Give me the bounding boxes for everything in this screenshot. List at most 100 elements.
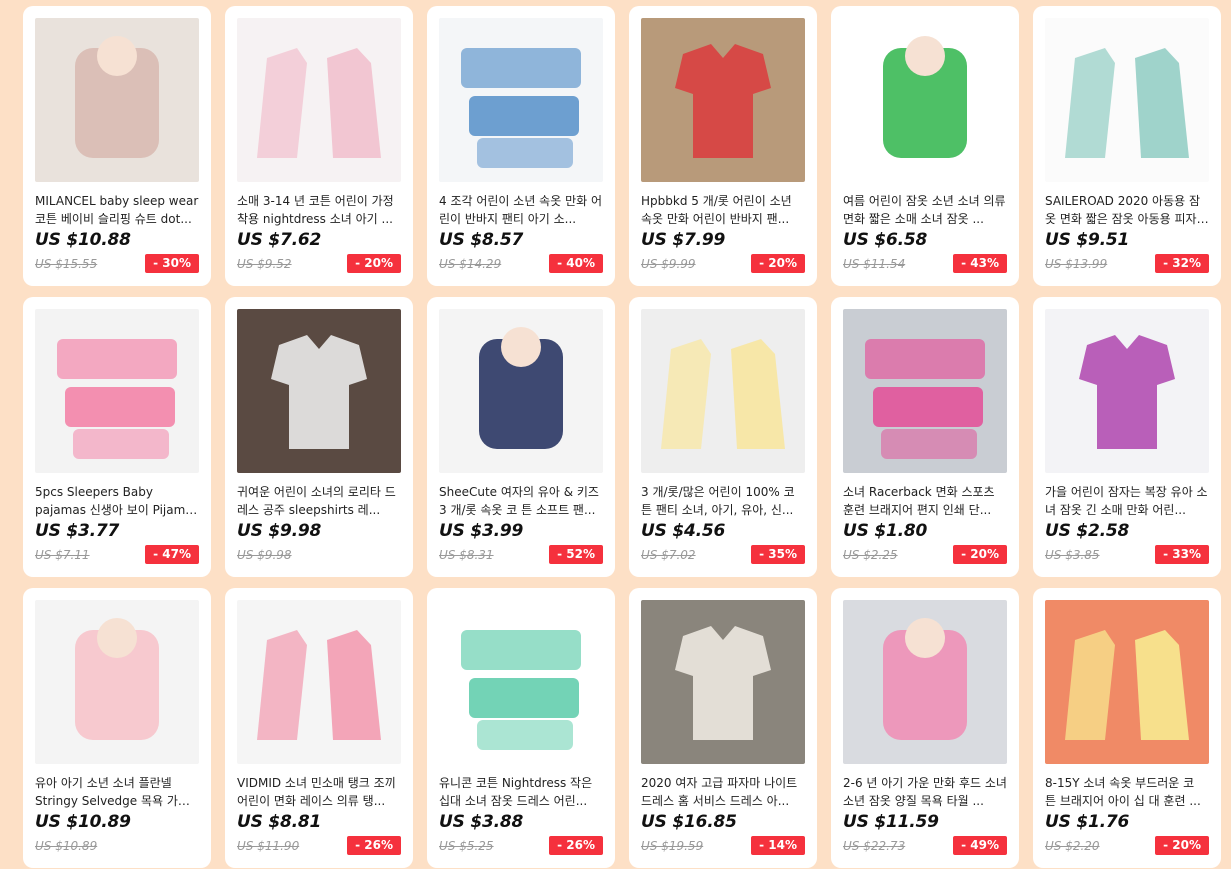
discount-badge: - 20% xyxy=(1155,836,1209,855)
original-price: US $3.85 xyxy=(1045,548,1100,562)
original-price: US $14.29 xyxy=(439,257,502,271)
product-title[interactable]: 여름 어린이 잠옷 소년 소녀 의류 면화 짧은 소매 소녀 잠옷 ... xyxy=(843,192,1007,228)
product-card[interactable]: MILANCEL baby sleep wear 코튼 베이비 슬리핑 슈트 d… xyxy=(23,6,211,286)
product-card[interactable]: 유니콘 코튼 Nightdress 작은 십대 소녀 잠옷 드레스 어린... U… xyxy=(427,588,615,868)
product-price: US $6.58 xyxy=(843,230,928,250)
product-image[interactable] xyxy=(1045,309,1209,473)
product-title[interactable]: 5pcs Sleepers Baby pajamas 신생아 보이 Pijama… xyxy=(35,483,199,519)
product-title[interactable]: 8-15Y 소녀 속옷 부드러운 코 튼 브래지어 아이 십 대 훈련 ... xyxy=(1045,774,1209,810)
product-image[interactable] xyxy=(237,600,401,764)
discount-badge: - 14% xyxy=(751,836,805,855)
product-grid: MILANCEL baby sleep wear 코튼 베이비 슬리핑 슈트 d… xyxy=(0,0,1231,869)
product-card[interactable]: 유아 아기 소년 소녀 플란넬 Stringy Selvedge 목욕 가운 .… xyxy=(23,588,211,868)
product-title[interactable]: SAILEROAD 2020 아동용 잠옷 면화 짧은 잠옷 아동용 피자 ..… xyxy=(1045,192,1209,228)
product-card[interactable]: VIDMID 소녀 민소매 탱크 조끼 어린이 면화 레이스 의류 탱... US… xyxy=(225,588,413,868)
original-price: US $7.02 xyxy=(641,548,696,562)
product-title[interactable]: 가을 어린이 잠자는 복장 유아 소녀 잠옷 긴 소매 만화 어린... xyxy=(1045,483,1209,519)
product-card[interactable]: Hpbbkd 5 개/롯 어린이 소년 속옷 만화 어린이 반바지 팬... US… xyxy=(629,6,817,286)
product-card[interactable]: 소녀 Racerback 면화 스포츠 훈련 브래지어 편지 인쇄 단... US… xyxy=(831,297,1019,577)
original-price: US $11.90 xyxy=(237,839,300,853)
product-card[interactable]: SAILEROAD 2020 아동용 잠옷 면화 짧은 잠옷 아동용 피자 ..… xyxy=(1033,6,1221,286)
product-image[interactable] xyxy=(1045,18,1209,182)
product-card[interactable]: 3 개/롯/많은 어린이 100% 코 튼 팬티 소녀, 아기, 유아, 신..… xyxy=(629,297,817,577)
original-price: US $8.31 xyxy=(439,548,494,562)
product-image[interactable] xyxy=(1045,600,1209,764)
product-title[interactable]: 2-6 년 아기 가운 만화 후드 소녀 소년 잠옷 양질 목욕 타월 ... xyxy=(843,774,1007,810)
product-image[interactable] xyxy=(641,18,805,182)
original-price: US $13.99 xyxy=(1045,257,1108,271)
original-price: US $9.99 xyxy=(641,257,696,271)
product-card[interactable]: 소매 3-14 년 코튼 어린이 가정 착용 nightdress 소녀 아기 … xyxy=(225,6,413,286)
product-title[interactable]: 3 개/롯/많은 어린이 100% 코 튼 팬티 소녀, 아기, 유아, 신..… xyxy=(641,483,805,519)
original-price: US $15.55 xyxy=(35,257,98,271)
product-price: US $8.57 xyxy=(439,230,524,250)
product-price: US $1.80 xyxy=(843,521,928,541)
original-price: US $11.54 xyxy=(843,257,906,271)
product-card[interactable]: 가을 어린이 잠자는 복장 유아 소녀 잠옷 긴 소매 만화 어린... US $… xyxy=(1033,297,1221,577)
original-price: US $19.59 xyxy=(641,839,704,853)
discount-badge: - 35% xyxy=(751,545,805,564)
discount-badge: - 52% xyxy=(549,545,603,564)
discount-badge: - 32% xyxy=(1155,254,1209,273)
product-image[interactable] xyxy=(843,18,1007,182)
product-title[interactable]: 유니콘 코튼 Nightdress 작은 십대 소녀 잠옷 드레스 어린... xyxy=(439,774,603,810)
product-title[interactable]: SheeCute 여자의 유아 & 키즈 3 개/롯 속옷 코 튼 소프트 팬.… xyxy=(439,483,603,519)
product-title[interactable]: 소매 3-14 년 코튼 어린이 가정 착용 nightdress 소녀 아기 … xyxy=(237,192,401,228)
product-image[interactable] xyxy=(237,309,401,473)
product-price: US $8.81 xyxy=(237,812,322,832)
product-card[interactable]: 2-6 년 아기 가운 만화 후드 소녀 소년 잠옷 양질 목욕 타월 ... U… xyxy=(831,588,1019,868)
product-title[interactable]: 유아 아기 소년 소녀 플란넬 Stringy Selvedge 목욕 가운 .… xyxy=(35,774,199,810)
discount-badge: - 49% xyxy=(953,836,1007,855)
original-price: US $9.98 xyxy=(237,548,292,562)
product-title[interactable]: VIDMID 소녀 민소매 탱크 조끼 어린이 면화 레이스 의류 탱... xyxy=(237,774,401,810)
original-price: US $9.52 xyxy=(237,257,292,271)
original-price: US $5.25 xyxy=(439,839,494,853)
product-price: US $7.99 xyxy=(641,230,726,250)
product-card[interactable]: 8-15Y 소녀 속옷 부드러운 코 튼 브래지어 아이 십 대 훈련 ... U… xyxy=(1033,588,1221,868)
product-image[interactable] xyxy=(439,600,603,764)
product-title[interactable]: 2020 여자 고급 파자마 나이트 드레스 홈 서비스 드레스 아... xyxy=(641,774,805,810)
original-price: US $2.25 xyxy=(843,548,898,562)
product-title[interactable]: Hpbbkd 5 개/롯 어린이 소년 속옷 만화 어린이 반바지 팬... xyxy=(641,192,805,228)
product-image[interactable] xyxy=(641,309,805,473)
product-image[interactable] xyxy=(641,600,805,764)
product-image[interactable] xyxy=(35,18,199,182)
original-price: US $22.73 xyxy=(843,839,906,853)
discount-badge: - 40% xyxy=(549,254,603,273)
product-title[interactable]: MILANCEL baby sleep wear 코튼 베이비 슬리핑 슈트 d… xyxy=(35,192,199,228)
product-price: US $3.88 xyxy=(439,812,524,832)
product-image[interactable] xyxy=(843,309,1007,473)
product-image[interactable] xyxy=(439,18,603,182)
discount-badge: - 20% xyxy=(751,254,805,273)
discount-badge: - 43% xyxy=(953,254,1007,273)
product-title[interactable]: 소녀 Racerback 면화 스포츠 훈련 브래지어 편지 인쇄 단... xyxy=(843,483,1007,519)
product-image[interactable] xyxy=(843,600,1007,764)
discount-badge: - 20% xyxy=(953,545,1007,564)
product-price: US $7.62 xyxy=(237,230,322,250)
product-card[interactable]: 귀여운 어린이 소녀의 로리타 드레스 공주 sleepshirts 레... U… xyxy=(225,297,413,577)
discount-badge: - 26% xyxy=(549,836,603,855)
product-image[interactable] xyxy=(439,309,603,473)
product-price: US $4.56 xyxy=(641,521,726,541)
product-price: US $2.58 xyxy=(1045,521,1130,541)
discount-badge: - 20% xyxy=(347,254,401,273)
product-price: US $10.88 xyxy=(35,230,131,250)
product-price: US $3.77 xyxy=(35,521,120,541)
product-card[interactable]: 여름 어린이 잠옷 소년 소녀 의류 면화 짧은 소매 소녀 잠옷 ... US … xyxy=(831,6,1019,286)
discount-badge: - 47% xyxy=(145,545,199,564)
product-price: US $10.89 xyxy=(35,812,131,832)
product-card[interactable]: SheeCute 여자의 유아 & 키즈 3 개/롯 속옷 코 튼 소프트 팬.… xyxy=(427,297,615,577)
product-price: US $9.51 xyxy=(1045,230,1130,250)
product-title[interactable]: 귀여운 어린이 소녀의 로리타 드레스 공주 sleepshirts 레... xyxy=(237,483,401,519)
product-image[interactable] xyxy=(237,18,401,182)
product-image[interactable] xyxy=(35,309,199,473)
discount-badge: - 33% xyxy=(1155,545,1209,564)
product-card[interactable]: 5pcs Sleepers Baby pajamas 신생아 보이 Pijama… xyxy=(23,297,211,577)
discount-badge: - 26% xyxy=(347,836,401,855)
product-title[interactable]: 4 조각 어린이 소년 속옷 만화 어린이 반바지 팬티 아기 소... xyxy=(439,192,603,228)
product-price: US $3.99 xyxy=(439,521,524,541)
product-card[interactable]: 4 조각 어린이 소년 속옷 만화 어린이 반바지 팬티 아기 소... US $… xyxy=(427,6,615,286)
product-card[interactable]: 2020 여자 고급 파자마 나이트 드레스 홈 서비스 드레스 아... US … xyxy=(629,588,817,868)
product-image[interactable] xyxy=(35,600,199,764)
product-price: US $11.59 xyxy=(843,812,939,832)
